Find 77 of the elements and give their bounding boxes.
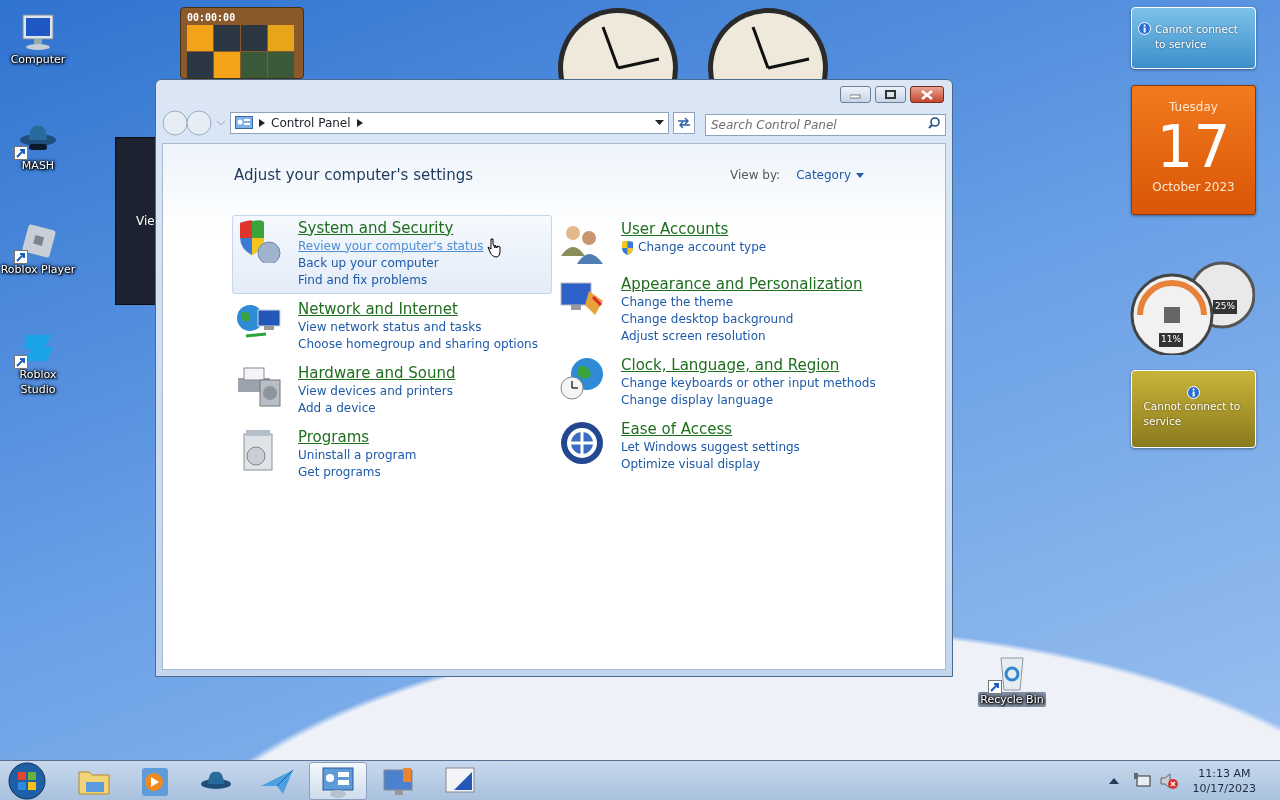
caret-icon bbox=[856, 172, 864, 178]
status-message: Cannot connect to service bbox=[1143, 399, 1242, 429]
icon-label[interactable]: Computer bbox=[10, 52, 66, 67]
category-panel[interactable]: Programs Uninstall a program Get programs bbox=[232, 423, 552, 486]
shortcut-arrow-icon bbox=[14, 355, 28, 369]
category-panel[interactable]: System and Security Review your computer's status Back up your computer Find and fix problems bbox=[232, 214, 552, 294]
category-panel[interactable]: Appearance and Personalization Change the theme Change desktop background Adjust screen resolution bbox=[555, 270, 877, 350]
control-panel-icon bbox=[235, 115, 253, 131]
view-by-dropdown[interactable]: Category bbox=[796, 166, 864, 185]
category-title[interactable]: Network and Internet bbox=[298, 299, 538, 319]
category-title[interactable]: Clock, Language, and Region bbox=[621, 355, 876, 375]
maximize-button[interactable] bbox=[875, 86, 906, 103]
view-by-label: View by: bbox=[730, 167, 781, 185]
network-icon[interactable] bbox=[1132, 772, 1151, 789]
category-panel[interactable]: Hardware and Sound View devices and printers Add a device bbox=[232, 359, 552, 422]
shortcut-arrow-icon bbox=[14, 250, 28, 264]
task-link[interactable]: Optimize visual display bbox=[621, 455, 761, 473]
task-link[interactable]: Change keyboards or other input methods bbox=[621, 374, 876, 392]
timer-text: 00:00:00 bbox=[187, 11, 236, 25]
clock-button[interactable]: 11:13 AM 10/17/2023 bbox=[1192, 765, 1256, 796]
category-panel[interactable]: Network and Internet View network status and tasks Choose homegroup and sharing options bbox=[232, 295, 552, 358]
puzzle-tiles-drawing[interactable] bbox=[187, 25, 295, 79]
page-heading: Adjust your computer's settings bbox=[234, 165, 474, 186]
info-icon bbox=[1187, 386, 1200, 399]
category-title[interactable]: System and Security bbox=[298, 218, 484, 238]
search-field[interactable]: Search Control Panel bbox=[705, 114, 946, 136]
weekday-text: Tuesday bbox=[1169, 99, 1218, 116]
category-title[interactable]: Hardware and Sound bbox=[298, 363, 456, 383]
close-icon bbox=[921, 89, 933, 100]
minimize-button[interactable] bbox=[840, 86, 871, 103]
close-button[interactable] bbox=[910, 86, 944, 103]
icon-label[interactable]: Roblox Player bbox=[0, 262, 76, 277]
memory-reading: 25% bbox=[1213, 300, 1237, 314]
breadcrumb-arrow-icon[interactable] bbox=[356, 119, 363, 127]
task-link[interactable]: Choose homegroup and sharing options bbox=[298, 335, 538, 353]
address-bar[interactable]: Control Panel bbox=[230, 112, 669, 134]
category-title[interactable]: Ease of Access bbox=[621, 419, 800, 439]
breadcrumb-text[interactable]: Control Panel bbox=[271, 114, 351, 132]
task-link[interactable]: Find and fix problems bbox=[298, 271, 428, 289]
category-panel[interactable]: Clock, Language, and Region Change keyboards or other input methods Change display language bbox=[555, 351, 877, 414]
icon-label[interactable]: MASH bbox=[21, 158, 55, 173]
shortcut-arrow-icon bbox=[988, 680, 1002, 694]
task-link[interactable]: Change account type bbox=[638, 238, 767, 256]
cpu-reading: 11% bbox=[1159, 333, 1183, 347]
shortcut-arrow-icon bbox=[14, 146, 28, 160]
hand-cursor-icon bbox=[487, 238, 501, 258]
category-title[interactable]: Appearance and Personalization bbox=[621, 274, 863, 294]
taskbar-button[interactable] bbox=[309, 761, 367, 800]
search-icon[interactable] bbox=[928, 117, 940, 129]
maximize-icon bbox=[884, 89, 897, 100]
task-link[interactable]: Back up your computer bbox=[298, 254, 439, 272]
window-text: Vie bbox=[136, 213, 155, 230]
month-year-text: October 2023 bbox=[1152, 179, 1235, 196]
task-link[interactable]: Change the theme bbox=[621, 293, 734, 311]
info-icon bbox=[1138, 22, 1151, 35]
task-link[interactable]: Adjust screen resolution bbox=[621, 327, 766, 345]
status-message: Cannot connect to service bbox=[1155, 22, 1239, 52]
category-panel[interactable]: User Accounts Change account type bbox=[555, 215, 877, 269]
task-link[interactable]: Let Windows suggest settings bbox=[621, 438, 800, 456]
task-link[interactable]: Change display language bbox=[621, 391, 774, 409]
task-link[interactable]: View devices and printers bbox=[298, 382, 453, 400]
dropdown-arrow-icon[interactable] bbox=[655, 120, 664, 126]
category-title[interactable]: User Accounts bbox=[621, 219, 767, 239]
refresh-button[interactable] bbox=[673, 112, 695, 134]
day-number: 17 bbox=[1156, 116, 1231, 178]
task-link[interactable]: Get programs bbox=[298, 463, 381, 481]
category-title[interactable]: Programs bbox=[298, 427, 417, 447]
start-button[interactable] bbox=[7, 760, 47, 800]
show-hidden-icons-button[interactable] bbox=[1108, 777, 1119, 784]
task-link[interactable]: Add a device bbox=[298, 399, 376, 417]
task-link[interactable]: Change desktop background bbox=[621, 310, 794, 328]
breadcrumb-arrow-icon[interactable] bbox=[259, 119, 265, 127]
refresh-icon bbox=[677, 117, 691, 129]
volume-muted-icon[interactable] bbox=[1158, 771, 1179, 790]
task-link[interactable]: Uninstall a program bbox=[298, 446, 417, 464]
category-panel[interactable]: Ease of Access Let Windows suggest settings Optimize visual display bbox=[555, 415, 877, 478]
task-link[interactable]: View network status and tasks bbox=[298, 318, 482, 336]
